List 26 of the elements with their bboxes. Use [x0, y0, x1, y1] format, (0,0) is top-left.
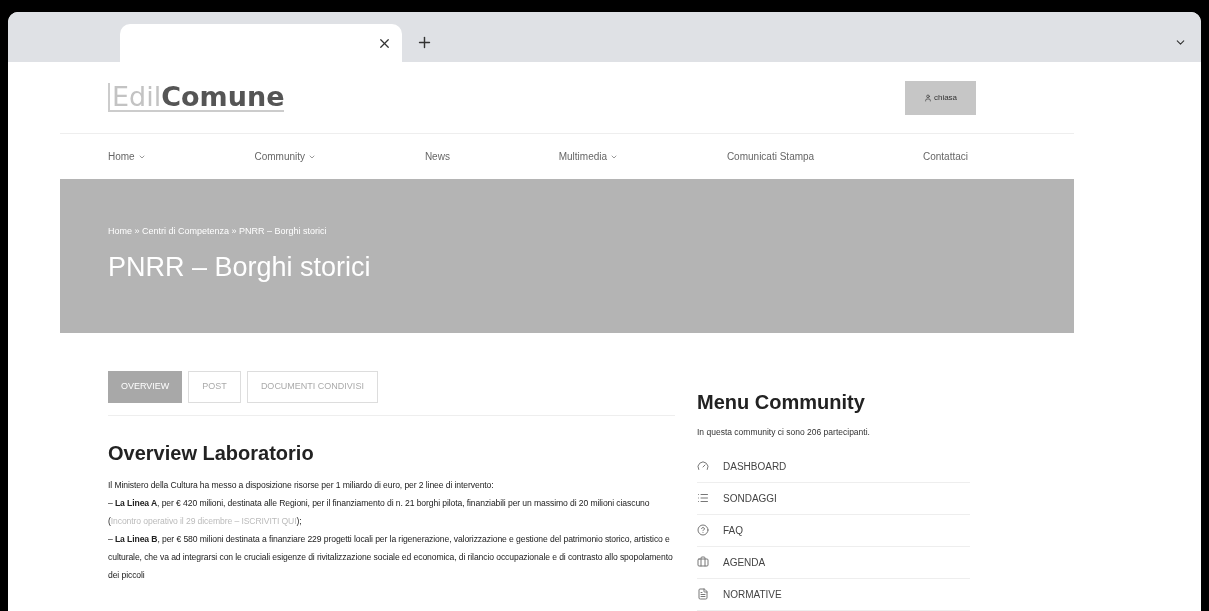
user-icon [923, 93, 932, 102]
list-icon [697, 492, 709, 505]
nav-link[interactable]: Home [108, 149, 146, 164]
section-heading: Overview Laboratorio [108, 441, 315, 466]
nav-link[interactable]: Comunicati Stampa [726, 149, 815, 164]
sidebar-title: Menu Community [697, 390, 866, 415]
sidebar-item[interactable]: NORMATIVE [697, 578, 970, 611]
sidebar-item[interactable]: SONDAGGI [697, 482, 970, 515]
dashboard-icon [697, 460, 709, 473]
nav-link[interactable]: Multimedia [558, 149, 619, 164]
briefcase-icon [697, 556, 709, 569]
new-tab-icon[interactable] [416, 34, 433, 51]
sidebar-item[interactable]: AGENDA [697, 546, 970, 579]
login-button[interactable]: chiasa [905, 80, 976, 115]
page-title: PNRR – Borghi storici [108, 250, 372, 284]
nav-link[interactable]: Contattaci [922, 149, 968, 164]
sidebar-subtitle: In questa community ci sono 206 partecipanti. [697, 426, 871, 439]
sidebar-item[interactable]: FAQ [697, 514, 970, 547]
nav-link[interactable]: News [424, 149, 450, 164]
logo[interactable]: EdilComune [108, 83, 285, 112]
document-icon [697, 588, 709, 601]
paragraph: – La Linea B, per € 580 milioni destinata a finanziare 229 progetti locali per la rigenerazione, valorizzazione e gestione del patrimonio storico, artistico e culturale, che va ad integrarsi con le cruciali esigenze di rivitalizzazione sociale ed economica, di rilancio occupazionale e di contrasto allo spopolamento dei piccoli [108, 533, 674, 582]
nav-link[interactable]: Community [254, 149, 317, 164]
sidebar-item[interactable]: DASHBOARD [697, 450, 970, 483]
paragraph: Il Ministero della Cultura ha messo a disposizione risorse per 1 miliardo di euro, per 2 linee di intervento: [108, 479, 495, 492]
help-icon [697, 524, 709, 537]
